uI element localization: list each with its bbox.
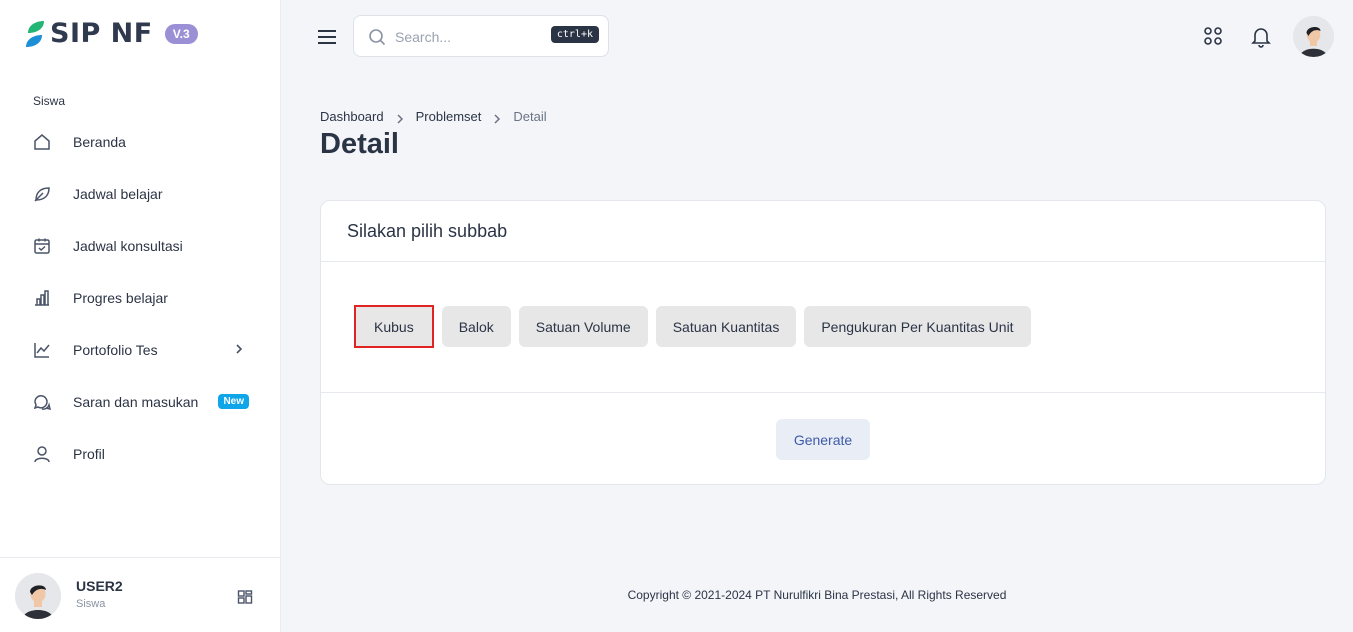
sidebar-user-panel: USER2 Siswa <box>0 557 280 632</box>
sidebar-item-profil[interactable]: Profil <box>0 428 280 480</box>
user-name: USER2 <box>76 578 123 594</box>
app-name: SIP NF <box>50 18 153 49</box>
sidebar-section-label: Siswa <box>33 94 66 108</box>
search-input[interactable] <box>395 26 545 48</box>
subbab-option-satuan-kuantitas[interactable]: Satuan Kuantitas <box>655 306 797 347</box>
subbab-options: Kubus Balok Satuan Volume Satuan Kuantit… <box>354 305 1031 348</box>
sidebar-item-portofolio-tes[interactable]: Portofolio Tes <box>0 324 280 376</box>
card-title: Silakan pilih subbab <box>347 220 508 241</box>
menu-toggle-button[interactable] <box>316 27 338 47</box>
bar-chart-icon <box>33 289 51 307</box>
sidebar-item-label: Jadwal belajar <box>73 186 163 202</box>
sidebar-item-label: Saran dan masukan <box>73 394 199 410</box>
chat-icon <box>33 393 51 411</box>
breadcrumb: Dashboard Problemset Detail <box>320 109 547 124</box>
logo-leaf-icon <box>26 20 44 47</box>
search-box[interactable]: ctrl+k <box>353 15 609 57</box>
header-avatar[interactable] <box>1293 16 1334 57</box>
subbab-card: Silakan pilih subbab Kubus Balok Satuan … <box>320 200 1326 485</box>
generate-button[interactable]: Generate <box>776 419 870 460</box>
sidebar-item-label: Progres belajar <box>73 290 168 306</box>
subbab-option-kubus[interactable]: Kubus <box>354 305 434 348</box>
app-logo[interactable]: SIP NF V.3 <box>24 18 198 49</box>
avatar-person-icon <box>15 573 61 619</box>
subbab-option-balok[interactable]: Balok <box>441 306 511 347</box>
user-icon <box>33 445 51 463</box>
avatar[interactable] <box>15 573 61 619</box>
subbab-option-satuan-volume[interactable]: Satuan Volume <box>518 306 648 347</box>
line-chart-icon <box>33 341 51 359</box>
breadcrumb-detail: Detail <box>513 109 547 124</box>
sidebar-item-label: Profil <box>73 446 105 462</box>
user-role: Siswa <box>76 598 106 610</box>
bell-icon <box>1251 28 1271 48</box>
page-title: Detail <box>320 128 399 160</box>
sidebar-item-label: Jadwal konsultasi <box>73 238 183 254</box>
home-icon <box>33 133 51 151</box>
card-header: Silakan pilih subbab <box>321 201 1325 262</box>
chevron-right-icon <box>493 112 501 124</box>
sidebar-item-jadwal-belajar[interactable]: Jadwal belajar <box>0 168 280 220</box>
version-badge: V.3 <box>164 23 198 44</box>
leaf-icon <box>33 185 51 203</box>
chevron-right-icon <box>232 342 246 356</box>
sidebar-item-saran-dan-masukan[interactable]: Saran dan masukan New <box>0 376 280 428</box>
sidebar-item-label: Portofolio Tes <box>73 342 158 358</box>
sidebar-item-jadwal-konsultasi[interactable]: Jadwal konsultasi <box>0 220 280 272</box>
breadcrumb-dashboard[interactable]: Dashboard <box>320 109 384 124</box>
sidebar: SIP NF V.3 Siswa Beranda Jadwal belajar … <box>0 0 281 632</box>
sidebar-item-progres-belajar[interactable]: Progres belajar <box>0 272 280 324</box>
sidebar-item-label: Beranda <box>73 134 126 150</box>
subbab-option-pengukuran-per-kuantitas-unit[interactable]: Pengukuran Per Kuantitas Unit <box>804 306 1031 347</box>
breadcrumb-problemset[interactable]: Problemset <box>416 109 482 124</box>
sidebar-nav: Beranda Jadwal belajar Jadwal konsultasi… <box>0 116 280 480</box>
apps-grid-button[interactable] <box>1201 24 1225 48</box>
search-shortcut-badge: ctrl+k <box>550 26 599 43</box>
footer-copyright: Copyright © 2021-2024 PT Nurulfikri Bina… <box>627 588 1007 602</box>
chevron-right-icon <box>396 112 404 124</box>
layout-toggle-icon[interactable] <box>237 589 253 605</box>
notifications-button[interactable] <box>1249 24 1273 48</box>
calendar-check-icon <box>33 237 51 255</box>
apps-grid-icon <box>1204 27 1222 45</box>
new-badge: New <box>218 394 249 409</box>
avatar-person-icon <box>1293 16 1334 57</box>
hamburger-icon <box>318 30 336 44</box>
search-icon <box>368 28 386 46</box>
card-footer: Generate <box>321 392 1325 485</box>
sidebar-item-beranda[interactable]: Beranda <box>0 116 280 168</box>
